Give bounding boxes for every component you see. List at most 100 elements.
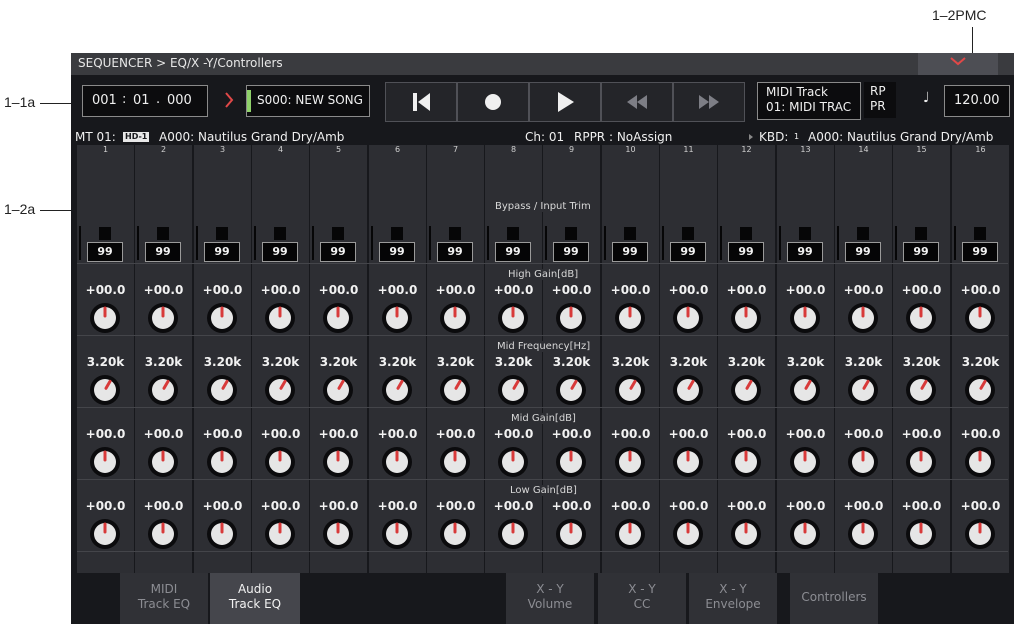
mid-gain-knob[interactable] xyxy=(381,446,413,478)
high-gain-knob[interactable] xyxy=(89,302,121,334)
play-button[interactable] xyxy=(529,82,601,122)
tempo-field[interactable]: 120.00 xyxy=(944,85,1010,117)
bypass-checkbox[interactable] xyxy=(799,227,811,240)
input-trim-field[interactable]: 99 xyxy=(87,242,123,262)
tab-x-y-cc[interactable]: X - Y CC xyxy=(598,573,686,624)
low-gain-knob[interactable] xyxy=(730,518,762,550)
input-trim-field[interactable]: 99 xyxy=(320,242,356,262)
low-gain-knob[interactable] xyxy=(147,518,179,550)
fast-forward-button[interactable] xyxy=(673,82,745,122)
bypass-checkbox[interactable] xyxy=(157,227,169,240)
mid-frequency-knob[interactable] xyxy=(789,374,821,406)
mid-gain-knob[interactable] xyxy=(555,446,587,478)
mid-gain-knob[interactable] xyxy=(147,446,179,478)
bypass-checkbox[interactable] xyxy=(216,227,228,240)
high-gain-knob[interactable] xyxy=(381,302,413,334)
input-trim-field[interactable]: 99 xyxy=(612,242,648,262)
mid-frequency-knob[interactable] xyxy=(905,374,937,406)
mid-frequency-knob[interactable] xyxy=(672,374,704,406)
bypass-checkbox[interactable] xyxy=(915,227,927,240)
high-gain-knob[interactable] xyxy=(555,302,587,334)
low-gain-knob[interactable] xyxy=(672,518,704,550)
low-gain-knob[interactable] xyxy=(789,518,821,550)
rewind-button[interactable] xyxy=(601,82,673,122)
bypass-checkbox[interactable] xyxy=(565,227,577,240)
low-gain-knob[interactable] xyxy=(322,518,354,550)
mid-frequency-knob[interactable] xyxy=(555,374,587,406)
rppr-indicator[interactable]: RP PR xyxy=(864,82,896,118)
mid-gain-knob[interactable] xyxy=(206,446,238,478)
input-trim-field[interactable]: 99 xyxy=(728,242,764,262)
input-trim-field[interactable]: 99 xyxy=(379,242,415,262)
bypass-checkbox[interactable] xyxy=(624,227,636,240)
mid-gain-knob[interactable] xyxy=(847,446,879,478)
input-trim-field[interactable]: 99 xyxy=(145,242,181,262)
location-field[interactable]: 001 : 01 . 000 xyxy=(82,85,208,117)
mid-gain-knob[interactable] xyxy=(264,446,296,478)
high-gain-knob[interactable] xyxy=(730,302,762,334)
high-gain-knob[interactable] xyxy=(614,302,646,334)
low-gain-knob[interactable] xyxy=(264,518,296,550)
chevron-right-icon[interactable] xyxy=(224,92,234,108)
bypass-checkbox[interactable] xyxy=(391,227,403,240)
bypass-checkbox[interactable] xyxy=(274,227,286,240)
input-trim-field[interactable]: 99 xyxy=(903,242,939,262)
input-trim-field[interactable]: 99 xyxy=(553,242,589,262)
bypass-checkbox[interactable] xyxy=(332,227,344,240)
high-gain-knob[interactable] xyxy=(905,302,937,334)
input-trim-field[interactable]: 99 xyxy=(787,242,823,262)
mid-gain-knob[interactable] xyxy=(730,446,762,478)
mid-gain-knob[interactable] xyxy=(497,446,529,478)
high-gain-knob[interactable] xyxy=(322,302,354,334)
input-trim-field[interactable]: 99 xyxy=(962,242,998,262)
mid-frequency-knob[interactable] xyxy=(730,374,762,406)
low-gain-knob[interactable] xyxy=(439,518,471,550)
mid-frequency-knob[interactable] xyxy=(964,374,996,406)
mid-gain-knob[interactable] xyxy=(89,446,121,478)
input-trim-field[interactable]: 99 xyxy=(845,242,881,262)
bypass-checkbox[interactable] xyxy=(507,227,519,240)
tab-x-y-envelope[interactable]: X - Y Envelope xyxy=(689,573,777,624)
tab-midi-track-eq[interactable]: MIDI Track EQ xyxy=(120,573,208,624)
high-gain-knob[interactable] xyxy=(147,302,179,334)
input-trim-field[interactable]: 99 xyxy=(204,242,240,262)
mid-gain-knob[interactable] xyxy=(789,446,821,478)
high-gain-knob[interactable] xyxy=(847,302,879,334)
low-gain-knob[interactable] xyxy=(847,518,879,550)
mid-frequency-knob[interactable] xyxy=(439,374,471,406)
bypass-checkbox[interactable] xyxy=(857,227,869,240)
midi-track-select[interactable]: MIDI Track 01: MIDI TRAC xyxy=(757,82,861,120)
mid-frequency-knob[interactable] xyxy=(614,374,646,406)
bypass-checkbox[interactable] xyxy=(99,227,111,240)
high-gain-knob[interactable] xyxy=(439,302,471,334)
mid-frequency-knob[interactable] xyxy=(497,374,529,406)
mid-frequency-knob[interactable] xyxy=(264,374,296,406)
high-gain-knob[interactable] xyxy=(964,302,996,334)
mid-gain-knob[interactable] xyxy=(439,446,471,478)
tab-controllers[interactable]: Controllers xyxy=(790,573,878,624)
tab-x-y-volume[interactable]: X - Y Volume xyxy=(506,573,594,624)
mid-gain-knob[interactable] xyxy=(322,446,354,478)
low-gain-knob[interactable] xyxy=(905,518,937,550)
low-gain-knob[interactable] xyxy=(497,518,529,550)
mid-frequency-knob[interactable] xyxy=(322,374,354,406)
input-trim-field[interactable]: 99 xyxy=(262,242,298,262)
high-gain-knob[interactable] xyxy=(497,302,529,334)
tab-audio-track-eq[interactable]: Audio Track EQ xyxy=(210,573,300,624)
low-gain-knob[interactable] xyxy=(381,518,413,550)
bypass-checkbox[interactable] xyxy=(449,227,461,240)
mid-gain-knob[interactable] xyxy=(905,446,937,478)
bypass-checkbox[interactable] xyxy=(682,227,694,240)
bypass-checkbox[interactable] xyxy=(740,227,752,240)
low-gain-knob[interactable] xyxy=(206,518,238,550)
record-button[interactable] xyxy=(457,82,529,122)
mid-gain-knob[interactable] xyxy=(614,446,646,478)
mid-gain-knob[interactable] xyxy=(964,446,996,478)
input-trim-field[interactable]: 99 xyxy=(670,242,706,262)
input-trim-field[interactable]: 99 xyxy=(495,242,531,262)
mid-frequency-knob[interactable] xyxy=(381,374,413,406)
bypass-checkbox[interactable] xyxy=(974,227,986,240)
mid-frequency-knob[interactable] xyxy=(847,374,879,406)
rewind-to-start-button[interactable] xyxy=(385,82,457,122)
low-gain-knob[interactable] xyxy=(555,518,587,550)
